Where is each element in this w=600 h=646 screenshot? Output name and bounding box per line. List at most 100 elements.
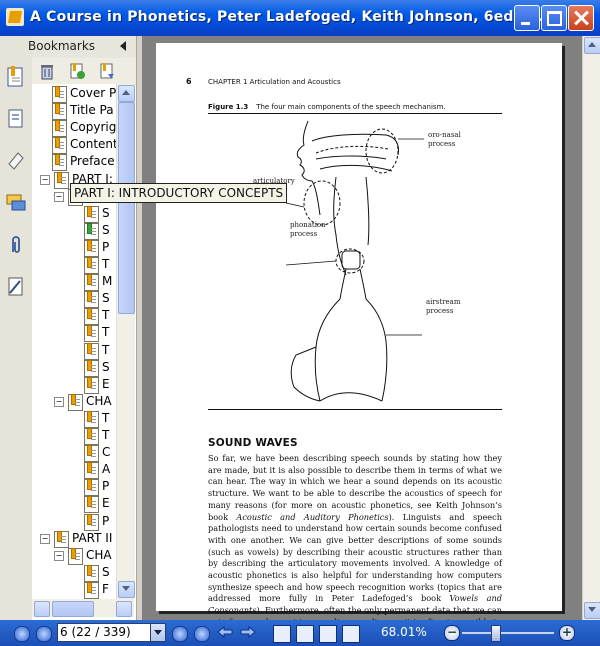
bookmarks-title: Bookmarks: [28, 39, 96, 53]
document-view[interactable]: 6 CHAPTER 1 Articulation and Acoustics F…: [142, 36, 582, 639]
bookmark-icon: [52, 154, 67, 172]
collapse-toggle-icon[interactable]: −: [40, 533, 50, 544]
document-page: 6 CHAPTER 1 Articulation and Acoustics F…: [156, 43, 562, 639]
figure-bottom-rule: [208, 409, 502, 410]
zoom-out-icon[interactable]: −: [444, 625, 460, 641]
minimize-button[interactable]: [514, 5, 540, 31]
bookmarks-horizontal-scrollbar[interactable]: [32, 599, 134, 617]
document-scroll-up-button[interactable]: [584, 37, 600, 54]
horizontal-scroll-thumb[interactable]: [52, 601, 94, 617]
running-header: CHAPTER 1 Articulation and Acoustics: [208, 78, 341, 86]
bookmark-icon: [52, 86, 67, 103]
section-heading: SOUND WAVES: [208, 437, 298, 449]
zoom-slider-thumb[interactable]: [491, 625, 501, 642]
forward-arrow-icon[interactable]: [240, 626, 256, 638]
scroll-left-button[interactable]: [34, 601, 50, 617]
bookmark-icon: [68, 547, 83, 565]
bookmark-label: Cover P: [70, 86, 116, 100]
zoom-slider-track[interactable]: [462, 632, 554, 634]
title-bar[interactable]: A Course in Phonetics, Peter Ladefoged, …: [0, 0, 600, 36]
signatures-icon[interactable]: [6, 150, 26, 172]
bookmark-label: S: [102, 222, 110, 237]
bookmark-icon: [84, 291, 99, 309]
collapse-toggle-icon[interactable]: −: [54, 396, 64, 407]
bookmark-icon: [84, 479, 99, 497]
collapse-panel-icon[interactable]: [120, 41, 126, 51]
bookmark-icon: [84, 462, 99, 480]
bookmark-label: T: [102, 342, 110, 357]
bookmarks-toolbar: [32, 58, 136, 85]
page-dropdown-button[interactable]: [150, 623, 166, 642]
app-window: A Course in Phonetics, Peter Ladefoged, …: [0, 0, 600, 646]
bookmark-label: T: [102, 257, 110, 271]
bookmark-label: Preface: [70, 154, 115, 169]
bookmarks-panel-icon[interactable]: [6, 66, 26, 88]
continuous-facing-view-icon[interactable]: [342, 625, 360, 643]
bookmark-label: A: [102, 462, 111, 477]
bookmark-icon: [52, 120, 67, 138]
bookmark-icon: [52, 103, 67, 121]
bookmark-label: T: [102, 410, 110, 425]
bookmark-icon: [84, 410, 99, 428]
zoom-level: 68.01%: [381, 625, 427, 639]
airstream-label: airstream process: [426, 298, 461, 315]
figure-caption: Figure 1.3 The four main components of th…: [208, 103, 446, 111]
bookmark-label: S: [102, 205, 110, 220]
zoom-in-icon[interactable]: +: [559, 625, 575, 641]
layers-icon[interactable]: [6, 276, 26, 298]
collapse-toggle-icon[interactable]: −: [54, 550, 64, 561]
delete-bookmark-icon[interactable]: [38, 62, 56, 80]
new-bookmark-icon[interactable]: [68, 62, 86, 80]
figure-label: Figure 1.3: [208, 103, 249, 111]
back-arrow-icon[interactable]: [217, 626, 233, 638]
page-number: 6: [186, 77, 192, 86]
bookmark-label: S: [102, 359, 110, 374]
page-number-field[interactable]: 6 (22 / 339): [57, 623, 155, 642]
bookmark-label: CHA: [86, 393, 112, 408]
bookmark-label: T: [102, 308, 110, 323]
last-page-icon[interactable]: [194, 626, 210, 642]
bookmark-label: M: [102, 274, 113, 289]
previous-page-icon[interactable]: [36, 626, 52, 642]
document-scroll-down-button[interactable]: [584, 602, 600, 619]
maximize-button[interactable]: [541, 5, 567, 31]
scroll-right-button[interactable]: [116, 601, 132, 617]
document-vertical-scrollbar[interactable]: [582, 36, 600, 620]
expand-bookmark-icon[interactable]: [98, 62, 116, 80]
scroll-down-button[interactable]: [118, 581, 135, 598]
window-title: A Course in Phonetics, Peter Ladefoged, …: [30, 9, 556, 25]
scroll-thumb[interactable]: [118, 102, 135, 314]
next-page-icon[interactable]: [172, 626, 188, 642]
bookmark-label: P: [102, 513, 110, 528]
bookmarks-panel: Bookmarks Cover P Title Pa Copyrigh Content…: [28, 36, 136, 620]
first-page-icon[interactable]: [14, 626, 30, 642]
scroll-up-button[interactable]: [118, 85, 135, 102]
bookmark-icon: [84, 308, 99, 326]
bookmark-icon: [84, 205, 99, 223]
bookmarks-vertical-scrollbar[interactable]: [116, 84, 135, 599]
figure-caption-text: The four main components of the speech m…: [256, 103, 446, 111]
bookmark-icon: [84, 222, 99, 240]
page-thumbnails-icon[interactable]: [6, 108, 26, 130]
bookmark-icon: [84, 274, 99, 292]
bookmark-icon: [68, 393, 83, 411]
single-page-view-icon[interactable]: [273, 625, 291, 643]
bookmarks-tree[interactable]: Cover PTitle PaCopyrighContentPreface−PA…: [32, 84, 116, 599]
bookmark-icon: [84, 376, 99, 394]
bookmark-icon: [54, 171, 69, 189]
facing-view-icon[interactable]: [319, 625, 337, 643]
bookmark-label: P: [102, 239, 110, 254]
bookmark-icon: [84, 359, 99, 377]
bookmarks-header: Bookmarks: [28, 36, 136, 59]
collapse-toggle-icon[interactable]: −: [40, 174, 50, 185]
close-button[interactable]: [568, 5, 594, 31]
continuous-view-icon[interactable]: [296, 625, 314, 643]
bookmark-icon: [84, 342, 99, 360]
bookmark-label: Content: [70, 137, 116, 152]
comments-icon[interactable]: [6, 192, 26, 214]
collapse-toggle-icon[interactable]: −: [54, 191, 64, 202]
bookmark-icon: [84, 257, 99, 274]
attachments-icon[interactable]: [6, 234, 26, 256]
bookmark-icon: [54, 530, 69, 548]
bookmark-label: S: [102, 564, 110, 579]
